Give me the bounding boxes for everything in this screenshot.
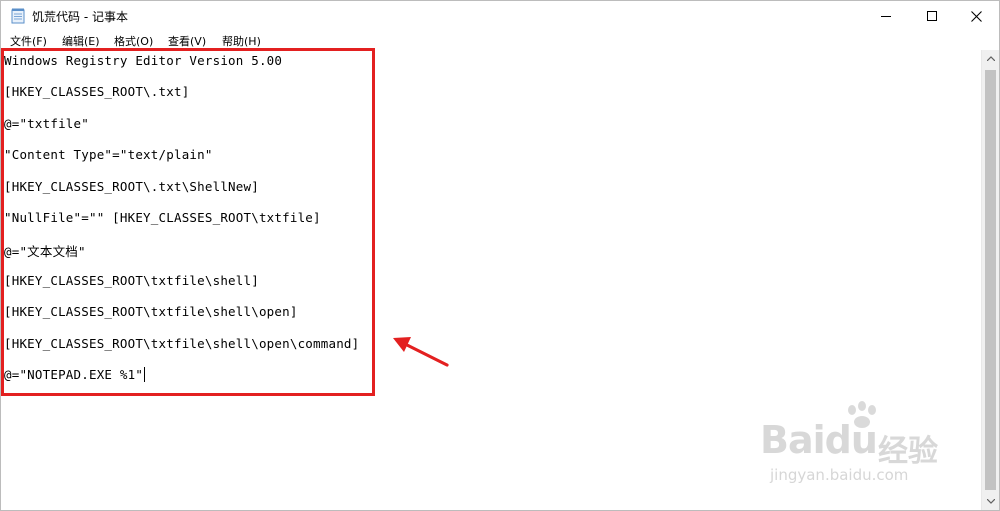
maximize-button[interactable] (909, 1, 955, 31)
close-button[interactable] (953, 1, 999, 31)
chevron-up-icon (986, 56, 995, 61)
menu-format[interactable]: 格式(O) (114, 33, 153, 49)
editor-line-last: @="NOTEPAD.EXE %1" (4, 367, 146, 382)
menu-file[interactable]: 文件(F) (10, 33, 47, 49)
text-caret (144, 367, 146, 382)
watermark: Baidu 经验 jingyan.baidu.com (752, 400, 967, 495)
editor-line: [HKEY_CLASSES_ROOT\.txt\ShellNew] (4, 179, 259, 194)
arrow-icon (393, 337, 449, 367)
vertical-scrollbar[interactable] (981, 50, 999, 510)
chevron-down-icon (986, 499, 995, 504)
editor-line: @="txtfile" (4, 116, 89, 131)
editor-line: [HKEY_CLASSES_ROOT\.txt] (4, 84, 190, 99)
watermark-url: jingyan.baidu.com (770, 466, 909, 484)
editor-line: [HKEY_CLASSES_ROOT\txtfile\shell\open] (4, 304, 298, 319)
menu-help[interactable]: 帮助(H) (222, 33, 261, 49)
watermark-brand-cn: 经验 (878, 434, 938, 469)
editor-line: Windows Registry Editor Version 5.00 (4, 53, 283, 68)
scroll-thumb[interactable] (985, 70, 996, 490)
scroll-up-button[interactable] (982, 50, 999, 67)
minimize-icon (881, 16, 891, 17)
menu-bar: 文件(F) 编辑(E) 格式(O) 查看(V) 帮助(H) (1, 31, 999, 50)
editor-line-text: @="NOTEPAD.EXE %1" (4, 367, 144, 382)
window-title: 饥荒代码 - 记事本 (32, 10, 128, 24)
menu-edit[interactable]: 编辑(E) (62, 33, 100, 49)
notepad-icon (11, 8, 25, 24)
editor-line: "NullFile"="" [HKEY_CLASSES_ROOT\txtfile… (4, 210, 321, 225)
minimize-button[interactable] (863, 1, 909, 31)
title-bar[interactable]: 饥荒代码 - 记事本 (1, 1, 999, 31)
watermark-brand: Baidu (760, 418, 878, 462)
menu-view[interactable]: 查看(V) (168, 33, 206, 49)
scroll-down-button[interactable] (982, 493, 999, 510)
editor-line: "Content Type"="text/plain" (4, 147, 213, 162)
maximize-icon (927, 11, 937, 21)
editor-line: @="文本文档" (4, 244, 86, 259)
editor-line: [HKEY_CLASSES_ROOT\txtfile\shell\open\co… (4, 336, 360, 351)
close-icon (970, 10, 982, 22)
editor-line: [HKEY_CLASSES_ROOT\txtfile\shell] (4, 273, 259, 288)
